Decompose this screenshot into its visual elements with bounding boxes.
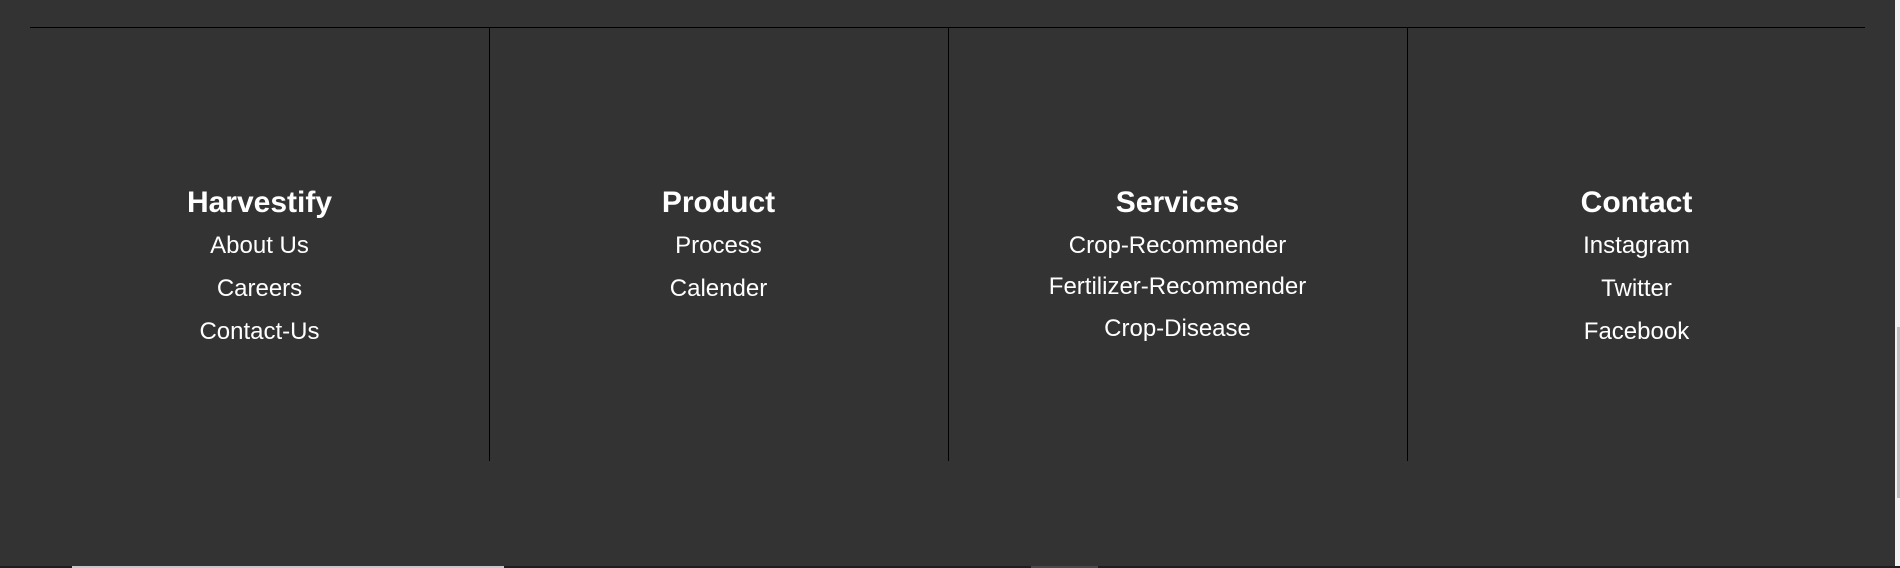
- link-twitter[interactable]: Twitter: [1407, 275, 1866, 303]
- column-heading: Contact: [1580, 186, 1693, 219]
- column-heading: Product: [661, 186, 776, 219]
- column-heading: Services: [1115, 186, 1240, 219]
- footer-column-product: Product Process Calender: [489, 28, 949, 461]
- link-calender[interactable]: Calender: [489, 275, 948, 303]
- column-heading: Harvestify: [186, 186, 333, 219]
- footer-column-harvestify: Harvestify About Us Careers Contact-Us: [30, 28, 490, 461]
- link-crop-disease[interactable]: Crop-Disease: [948, 315, 1407, 343]
- link-process[interactable]: Process: [489, 232, 948, 260]
- link-contact-us[interactable]: Contact-Us: [30, 318, 489, 346]
- link-crop-recommender[interactable]: Crop-Recommender: [948, 232, 1407, 260]
- link-fertilizer-recommender[interactable]: Fertilizer-Recommender: [948, 273, 1407, 301]
- link-instagram[interactable]: Instagram: [1407, 232, 1866, 260]
- footer-column-contact: Contact Instagram Twitter Facebook: [1407, 28, 1866, 461]
- link-facebook[interactable]: Facebook: [1407, 318, 1866, 346]
- vertical-scrollbar[interactable]: [1895, 0, 1900, 566]
- link-careers[interactable]: Careers: [30, 275, 489, 303]
- link-about-us[interactable]: About Us: [30, 232, 489, 260]
- footer-column-services: Services Crop-Recommender Fertilizer-Rec…: [948, 28, 1408, 461]
